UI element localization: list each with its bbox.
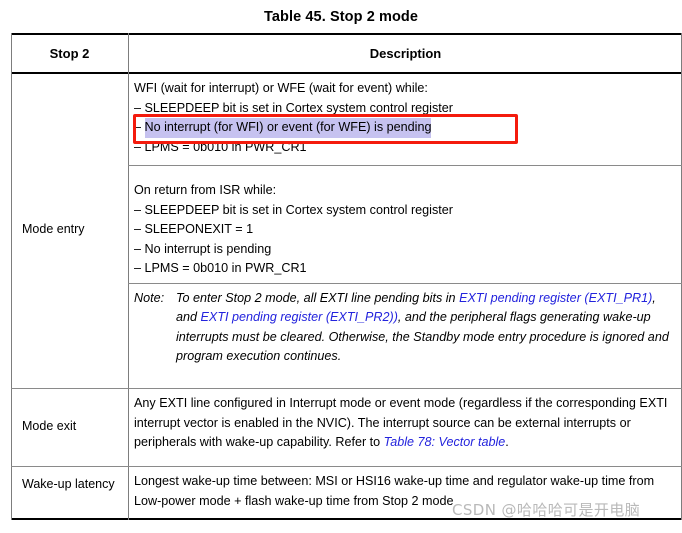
mode-entry-block-wfi: WFI (wait for interrupt) or WFE (wait fo… xyxy=(134,79,680,157)
highlighted-text: No interrupt (for WFI) or event (for WFE… xyxy=(144,118,432,138)
table-column-divider xyxy=(128,33,129,520)
bullet-dash: – xyxy=(134,120,142,135)
isr-bullet-no-interrupt: – No interrupt is pending xyxy=(134,241,272,256)
row-divider-note-block xyxy=(128,283,682,284)
wfi-intro-line: WFI (wait for interrupt) or WFE (wait fo… xyxy=(134,81,428,95)
row-label-mode-exit: Mode exit xyxy=(22,419,77,433)
table-left-border xyxy=(11,33,12,520)
isr-bullet-sleepdeep: – SLEEPDEEP bit is set in Cortex system … xyxy=(134,202,453,217)
link-exti-pr1[interactable]: EXTI pending register (EXTI_PR1) xyxy=(459,291,652,305)
wfi-bullet-sleepdeep: – SLEEPDEEP bit is set in Cortex system … xyxy=(134,100,453,115)
mode-exit-text-part2: . xyxy=(505,435,509,450)
note-text-part1: To enter Stop 2 mode, all EXTI line pend… xyxy=(176,291,460,305)
row-divider-wakeup xyxy=(11,466,682,467)
column-header-stop2: Stop 2 xyxy=(49,46,90,61)
wfi-bullet-no-interrupt: – No interrupt (for WFI) or event (for W… xyxy=(134,118,680,138)
isr-bullet-lpms: – LPMS = 0b010 in PWR_CR1 xyxy=(134,261,307,276)
note-label: Note: xyxy=(134,291,165,305)
note-body: To enter Stop 2 mode, all EXTI line pend… xyxy=(176,289,680,366)
table-top-border xyxy=(11,33,682,35)
wfi-bullet-lpms: – LPMS = 0b010 in PWR_CR1 xyxy=(134,139,307,154)
mode-exit-description: Any EXTI line configured in Interrupt mo… xyxy=(134,394,680,453)
page-title: Table 45. Stop 2 mode xyxy=(263,9,419,25)
link-exti-pr2[interactable]: EXTI pending register (EXTI_PR2)) xyxy=(201,310,398,324)
table-header-border xyxy=(11,72,682,74)
mode-entry-note: Note: To enter Stop 2 mode, all EXTI lin… xyxy=(134,289,680,366)
isr-intro-line: On return from ISR while: xyxy=(134,183,277,197)
row-divider-entry-block xyxy=(128,165,682,166)
link-table-78-vector-table[interactable]: Table 78: Vector table xyxy=(384,435,506,449)
isr-bullet-sleeponexit: – SLEEPONEXIT = 1 xyxy=(134,222,254,237)
row-divider-mode-exit xyxy=(11,388,682,389)
row-label-wakeup-latency: Wake-up latency xyxy=(22,477,115,491)
csdn-watermark: CSDN @哈哈哈可是开电脑 xyxy=(452,501,641,519)
column-header-description: Description xyxy=(369,46,442,61)
row-label-mode-entry: Mode entry xyxy=(22,222,85,236)
mode-entry-block-isr: On return from ISR while: – SLEEPDEEP bi… xyxy=(134,181,680,279)
